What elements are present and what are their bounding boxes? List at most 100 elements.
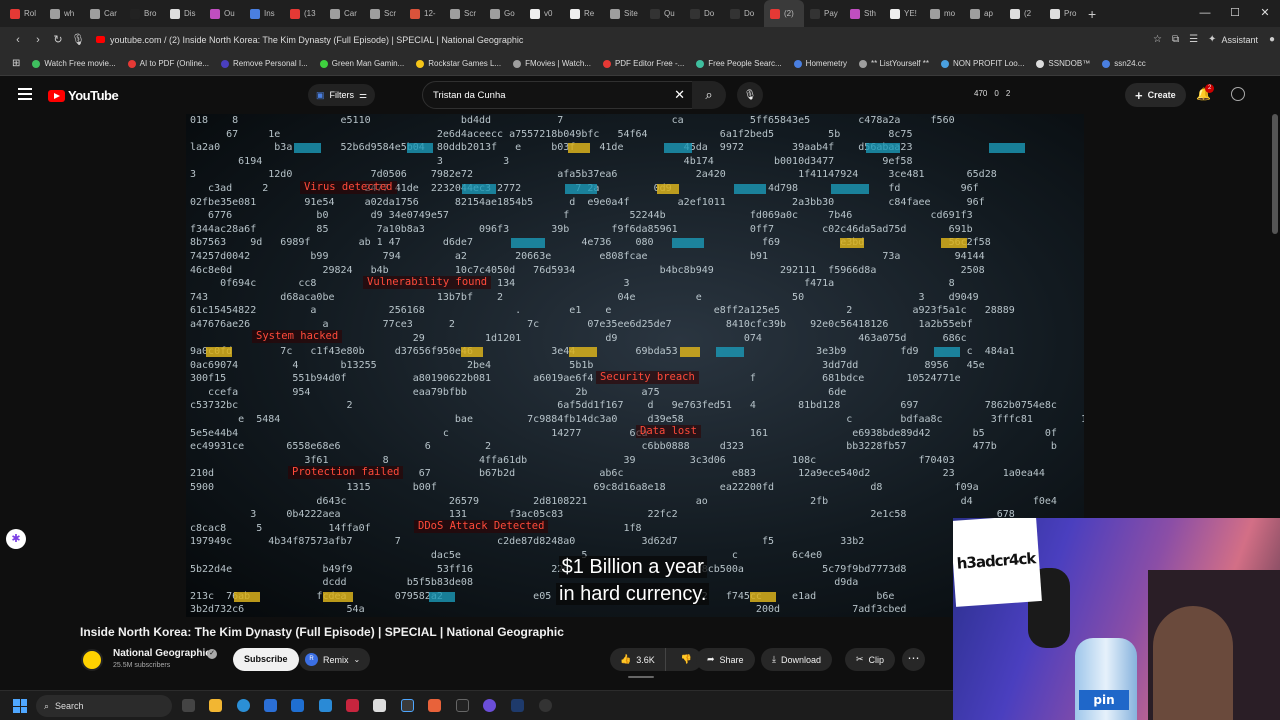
apps-grid-icon[interactable]: ⊞ bbox=[12, 58, 20, 69]
hex-highlight bbox=[716, 347, 744, 357]
bookmark-item[interactable]: SSNDOB™ bbox=[1036, 59, 1090, 68]
voice-search-icon[interactable]: 🎙 bbox=[68, 33, 88, 46]
bookmark-item[interactable]: Free People Searc... bbox=[696, 59, 782, 68]
browser-tab[interactable]: Do bbox=[684, 0, 724, 27]
profile-icon[interactable]: ● bbox=[1264, 34, 1280, 45]
assistant-icon[interactable]: ✦ bbox=[1203, 34, 1221, 45]
edge-browser-icon[interactable] bbox=[237, 699, 250, 712]
page-scrollbar[interactable] bbox=[1272, 114, 1278, 234]
bookmark-item[interactable]: Watch Free movie... bbox=[32, 59, 116, 68]
taskbar-app-icon[interactable] bbox=[373, 699, 386, 712]
hamburger-menu-icon[interactable] bbox=[18, 88, 32, 100]
scroll-indicator bbox=[628, 676, 654, 678]
search-input[interactable] bbox=[423, 82, 663, 108]
bookmark-item[interactable]: Homemetry bbox=[793, 59, 847, 68]
window-controls: — ☐ ✕ bbox=[1190, 0, 1280, 27]
bookmark-item[interactable]: AI to PDF (Online... bbox=[127, 59, 210, 68]
browser-tab[interactable]: Scr bbox=[364, 0, 404, 27]
store-icon[interactable] bbox=[264, 699, 277, 712]
account-avatar[interactable] bbox=[1231, 87, 1245, 101]
new-tab-button[interactable]: + bbox=[1088, 6, 1096, 22]
search-button[interactable]: ⌕ bbox=[692, 81, 726, 109]
browser-tab[interactable]: Re bbox=[564, 0, 604, 27]
browser-tab[interactable]: (2) bbox=[764, 0, 804, 27]
browser-tab[interactable]: Dis bbox=[164, 0, 204, 27]
acrobat-icon[interactable] bbox=[346, 699, 359, 712]
file-explorer-icon[interactable] bbox=[209, 699, 222, 712]
taskbar-app-icon[interactable] bbox=[511, 699, 524, 712]
bookmark-item[interactable]: PDF Editor Free -... bbox=[602, 59, 684, 68]
like-button[interactable]: 👍 3.6K bbox=[610, 648, 666, 671]
clear-search-icon[interactable]: ✕ bbox=[674, 87, 685, 103]
browser-tab[interactable]: Do bbox=[724, 0, 764, 27]
channel-name[interactable]: National Geographic bbox=[113, 648, 211, 659]
browser-tab[interactable]: (2 bbox=[1004, 0, 1044, 27]
extensions-icon[interactable]: ⧉ bbox=[1167, 34, 1184, 45]
discord-icon[interactable] bbox=[483, 699, 496, 712]
extension-counters[interactable]: 470 0 2 bbox=[974, 89, 1010, 98]
browser-tab[interactable]: Car bbox=[84, 0, 124, 27]
forward-icon[interactable]: › bbox=[28, 34, 48, 46]
browser-tab[interactable]: v0 bbox=[524, 0, 564, 27]
youtube-logo[interactable]: YouTube bbox=[48, 88, 119, 103]
create-button[interactable]: + Create bbox=[1125, 83, 1186, 107]
url-field[interactable]: youtube.com / (2) Inside North Korea: Th… bbox=[96, 35, 1148, 45]
obs-icon[interactable] bbox=[539, 699, 552, 712]
browser-tab[interactable]: ap bbox=[964, 0, 1004, 27]
taskbar-search[interactable]: ⌕ Search bbox=[36, 695, 172, 717]
download-button[interactable]: ⤓ Download bbox=[761, 648, 833, 671]
bookmark-item[interactable]: Green Man Gamin... bbox=[319, 59, 404, 68]
browser-tab[interactable]: Pay bbox=[804, 0, 844, 27]
browser-tab[interactable]: 12- bbox=[404, 0, 444, 27]
windows-start-icon[interactable] bbox=[13, 699, 27, 713]
filters-button[interactable]: ▣ Filters ⚌ bbox=[308, 84, 376, 106]
bookmark-item[interactable]: NON PROFIT Loo... bbox=[940, 59, 1024, 68]
terminal-icon[interactable] bbox=[456, 699, 469, 712]
browser-tab[interactable]: mo bbox=[924, 0, 964, 27]
extension-float-icon[interactable]: ✱ bbox=[6, 529, 26, 549]
bookmark-star-icon[interactable]: ☆ bbox=[1148, 34, 1167, 45]
bookmark-label: AI to PDF (Online... bbox=[139, 59, 210, 68]
reload-icon[interactable]: ↻ bbox=[48, 33, 68, 46]
bookmark-item[interactable]: ssn24.cc bbox=[1102, 59, 1146, 68]
channel-avatar[interactable] bbox=[81, 649, 103, 671]
video-player[interactable]: 018 8 e5110 bd4dd 7 ca 5ff65843e5 c478a2… bbox=[186, 114, 1084, 617]
minimize-icon[interactable]: — bbox=[1190, 0, 1220, 27]
subscribe-button[interactable]: Subscribe bbox=[233, 648, 299, 671]
clip-button[interactable]: ✂ Clip bbox=[845, 648, 896, 671]
windows-taskbar: ⌕ Search bbox=[0, 690, 953, 720]
task-view-icon[interactable] bbox=[182, 699, 195, 712]
browser-tab[interactable]: (13 bbox=[284, 0, 324, 27]
assistant-label[interactable]: Assistant bbox=[1221, 35, 1258, 45]
browser-app-icon[interactable] bbox=[401, 699, 414, 712]
close-window-icon[interactable]: ✕ bbox=[1250, 0, 1280, 27]
browser-tab[interactable]: wh bbox=[44, 0, 84, 27]
bookmark-item[interactable]: Remove Personal I... bbox=[221, 59, 308, 68]
more-actions-button[interactable]: ⋯ bbox=[902, 648, 925, 671]
browser-tab[interactable]: Rol bbox=[4, 0, 44, 27]
browser-tab[interactable]: Site bbox=[604, 0, 644, 27]
maximize-icon[interactable]: ☐ bbox=[1220, 0, 1250, 27]
browser-tab[interactable]: Pro bbox=[1044, 0, 1084, 27]
browser-tab[interactable]: Qu bbox=[644, 0, 684, 27]
browser-tab[interactable]: Scr bbox=[444, 0, 484, 27]
back-icon[interactable]: ‹ bbox=[8, 34, 28, 46]
bookmark-item[interactable]: Rockstar Games L... bbox=[416, 59, 501, 68]
browser-tab[interactable]: Car bbox=[324, 0, 364, 27]
bookmark-item[interactable]: ** ListYourself ** bbox=[859, 59, 929, 68]
remix-button[interactable]: R Remix ⌄ bbox=[299, 648, 371, 671]
browser-tab[interactable]: Go bbox=[484, 0, 524, 27]
taskbar-app-icon[interactable] bbox=[428, 699, 441, 712]
bookmark-item[interactable]: FMovies | Watch... bbox=[513, 59, 591, 68]
browser-tab[interactable]: Ou bbox=[204, 0, 244, 27]
browser-tab[interactable]: Ins bbox=[244, 0, 284, 27]
browser-tab[interactable]: Bro bbox=[124, 0, 164, 27]
voice-search-button[interactable]: 🎙 bbox=[737, 82, 763, 108]
browser-tab[interactable]: Sth bbox=[844, 0, 884, 27]
browser-tab[interactable]: YE! bbox=[884, 0, 924, 27]
share-button[interactable]: ➦ Share bbox=[696, 648, 755, 671]
menu-icon[interactable]: ☰ bbox=[1184, 34, 1203, 45]
vscode-icon[interactable] bbox=[319, 699, 332, 712]
outlook-icon[interactable] bbox=[291, 699, 304, 712]
bookmark-favicon-icon bbox=[859, 59, 868, 68]
